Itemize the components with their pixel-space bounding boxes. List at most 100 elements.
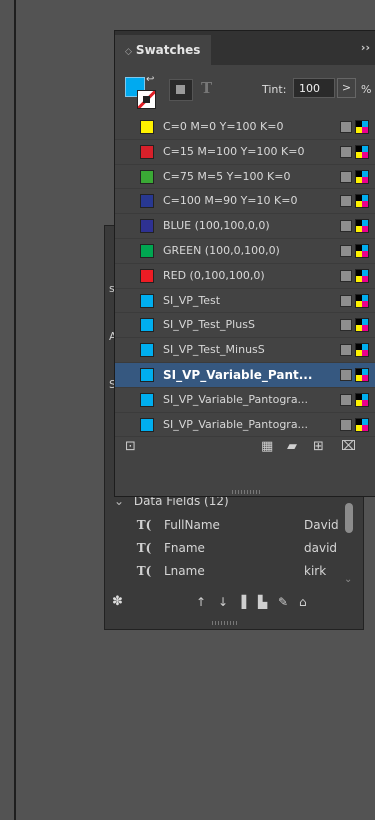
list-item[interactable]: T( Lname kirk — [114, 559, 344, 582]
swatches-panel: ◇Swatches ›› ↩ T Tint: > % C=0 M=0 Y=100… — [114, 30, 375, 497]
swatch-name: RED (0,100,100,0) — [163, 268, 265, 282]
data-fields-scrollbar[interactable]: ⌄ — [344, 503, 354, 585]
process-color-icon — [340, 344, 352, 357]
process-color-icon — [340, 121, 352, 133]
create-merged-document-icon[interactable]: ▐ — [237, 595, 246, 609]
swatch-color-chip — [140, 367, 154, 382]
swatch-row[interactable]: RED (0,100,100,0) — [115, 264, 375, 289]
arrow-up-icon[interactable]: ↑ — [196, 595, 206, 609]
swatch-color-chip — [140, 268, 154, 283]
field-name: Lname — [164, 563, 205, 578]
formatting-affects-container-button[interactable] — [169, 79, 193, 101]
cmyk-mode-icon — [355, 293, 369, 308]
cmyk-mode-icon — [355, 318, 369, 333]
swatch-row[interactable]: GREEN (100,0,100,0) — [115, 239, 375, 264]
process-color-icon — [340, 244, 352, 257]
arrow-down-icon[interactable]: ↓ — [218, 595, 228, 609]
process-color-icon — [340, 170, 352, 183]
tint-unit: % — [361, 83, 372, 96]
swatch-name: SI_VP_Variable_Pantogra... — [163, 392, 309, 406]
data-fields-list: T( FullName David T( Fname david T( Lnam… — [114, 513, 344, 582]
swatch-row[interactable]: C=15 M=100 Y=100 K=0 — [115, 140, 375, 165]
swatch-name: C=100 M=90 Y=10 K=0 — [163, 194, 298, 208]
gear-icon[interactable]: ✽ — [112, 594, 123, 609]
swatch-row[interactable]: SI_VP_Test_MinusS — [115, 338, 375, 363]
swatch-row[interactable]: SI_VP_Test_PlusS — [115, 313, 375, 339]
swap-fill-stroke-icon[interactable]: ↩ — [146, 74, 154, 85]
cmyk-mode-icon — [355, 417, 369, 432]
field-name: FullName — [164, 517, 220, 532]
swatch-row[interactable]: SI_VP_Variable_Pant... — [115, 362, 375, 388]
swatch-color-chip — [140, 343, 154, 358]
swatch-color-chip — [140, 120, 154, 134]
swatch-name: C=0 M=0 Y=100 K=0 — [163, 120, 284, 133]
cmyk-mode-icon — [355, 268, 369, 283]
cmyk-mode-icon — [355, 392, 369, 407]
data-merge-footer: ✽ ↑ ↓ ▐ ▙ ✎ ⌂ — [104, 588, 362, 618]
process-color-icon — [340, 220, 352, 233]
trash-icon[interactable]: ⌂ — [299, 595, 307, 609]
tint-input[interactable] — [293, 78, 335, 98]
swatch-name: SI_VP_Variable_Pant... — [163, 367, 313, 382]
tab-swatches[interactable]: ◇ Swatches — [115, 35, 211, 65]
list-item[interactable]: T( Fname david — [114, 536, 344, 559]
swatches-toolbar: ↩ T Tint: > % — [115, 69, 375, 115]
process-color-icon — [340, 393, 352, 406]
swatch-name: C=15 M=100 Y=100 K=0 — [163, 144, 305, 158]
field-name: Fname — [164, 540, 205, 555]
field-value: David — [304, 517, 339, 532]
process-color-icon — [340, 195, 352, 208]
swatch-row[interactable]: SI_VP_Test — [115, 289, 375, 314]
swatch-views-icon[interactable]: ▦ — [261, 439, 273, 454]
swatch-color-chip — [140, 144, 154, 159]
tint-slider-button[interactable]: > — [337, 78, 356, 98]
swatch-name: SI_VP_Test_PlusS — [163, 318, 255, 332]
swatch-name: SI_VP_Variable_Pantogra... — [163, 417, 309, 431]
process-color-icon — [340, 368, 352, 381]
cmyk-mode-icon — [355, 219, 369, 234]
field-value: kirk — [304, 563, 327, 578]
panel-menu-button[interactable]: ›› — [361, 41, 370, 54]
formatting-affects-text-button[interactable]: T — [201, 79, 212, 97]
swatch-color-chip — [140, 417, 154, 432]
swatch-color-chip — [140, 293, 154, 308]
swatch-row[interactable]: C=0 M=0 Y=100 K=0 — [115, 115, 375, 140]
swatch-name: C=75 M=5 Y=100 K=0 — [163, 169, 291, 183]
tab-label: Swatches — [135, 43, 201, 57]
swatch-row[interactable]: BLUE (100,100,0,0) — [115, 214, 375, 239]
swatch-row[interactable]: C=100 M=90 Y=10 K=0 — [115, 189, 375, 215]
edit-pencil-icon[interactable]: ✎ — [278, 595, 288, 609]
swatches-resize-grip[interactable] — [232, 490, 262, 494]
scrollbar-thumb[interactable] — [345, 503, 353, 533]
swatch-color-chip — [140, 219, 154, 234]
process-color-icon — [340, 294, 352, 307]
show-swatch-kinds-icon[interactable]: ⊡ — [125, 439, 136, 454]
cmyk-mode-icon — [355, 169, 369, 184]
swatches-footer: ⊡ ▦ ▰ ⊞ ⌧ — [115, 431, 375, 467]
swatch-name: SI_VP_Test — [163, 293, 221, 307]
cmyk-mode-icon — [355, 367, 369, 382]
swatch-color-chip — [140, 194, 154, 209]
new-swatch-icon[interactable]: ⊞ — [313, 439, 324, 454]
tint-label: Tint: — [262, 83, 287, 96]
cmyk-mode-icon — [355, 194, 369, 209]
swatch-color-chip — [140, 392, 154, 407]
swatch-list: C=0 M=0 Y=100 K=0 C=15 M=100 Y=100 K=0 C=7… — [115, 115, 375, 438]
swatch-color-chip — [140, 169, 154, 184]
swatch-row[interactable]: C=75 M=5 Y=100 K=0 — [115, 165, 375, 190]
process-color-icon — [340, 319, 352, 332]
export-pdf-icon[interactable]: ▙ — [258, 595, 267, 609]
trash-icon[interactable]: ⌧ — [341, 439, 356, 454]
list-item[interactable]: T( FullName David — [114, 513, 344, 536]
collapse-arrows-icon[interactable]: ◇ — [125, 47, 132, 57]
swatch-row[interactable]: SI_VP_Variable_Pantogra... — [115, 388, 375, 413]
scroll-down-icon[interactable]: ⌄ — [344, 574, 352, 585]
stroke-swatch[interactable] — [137, 90, 156, 109]
process-color-icon — [340, 269, 352, 282]
cmyk-mode-icon — [355, 243, 369, 258]
panel-resize-grip[interactable] — [212, 621, 238, 625]
workspace-left-edge — [0, 0, 16, 820]
swatches-titlebar: ◇ Swatches ›› — [115, 31, 375, 65]
new-color-group-icon[interactable]: ▰ — [287, 439, 297, 454]
text-field-icon: T( — [136, 563, 152, 578]
